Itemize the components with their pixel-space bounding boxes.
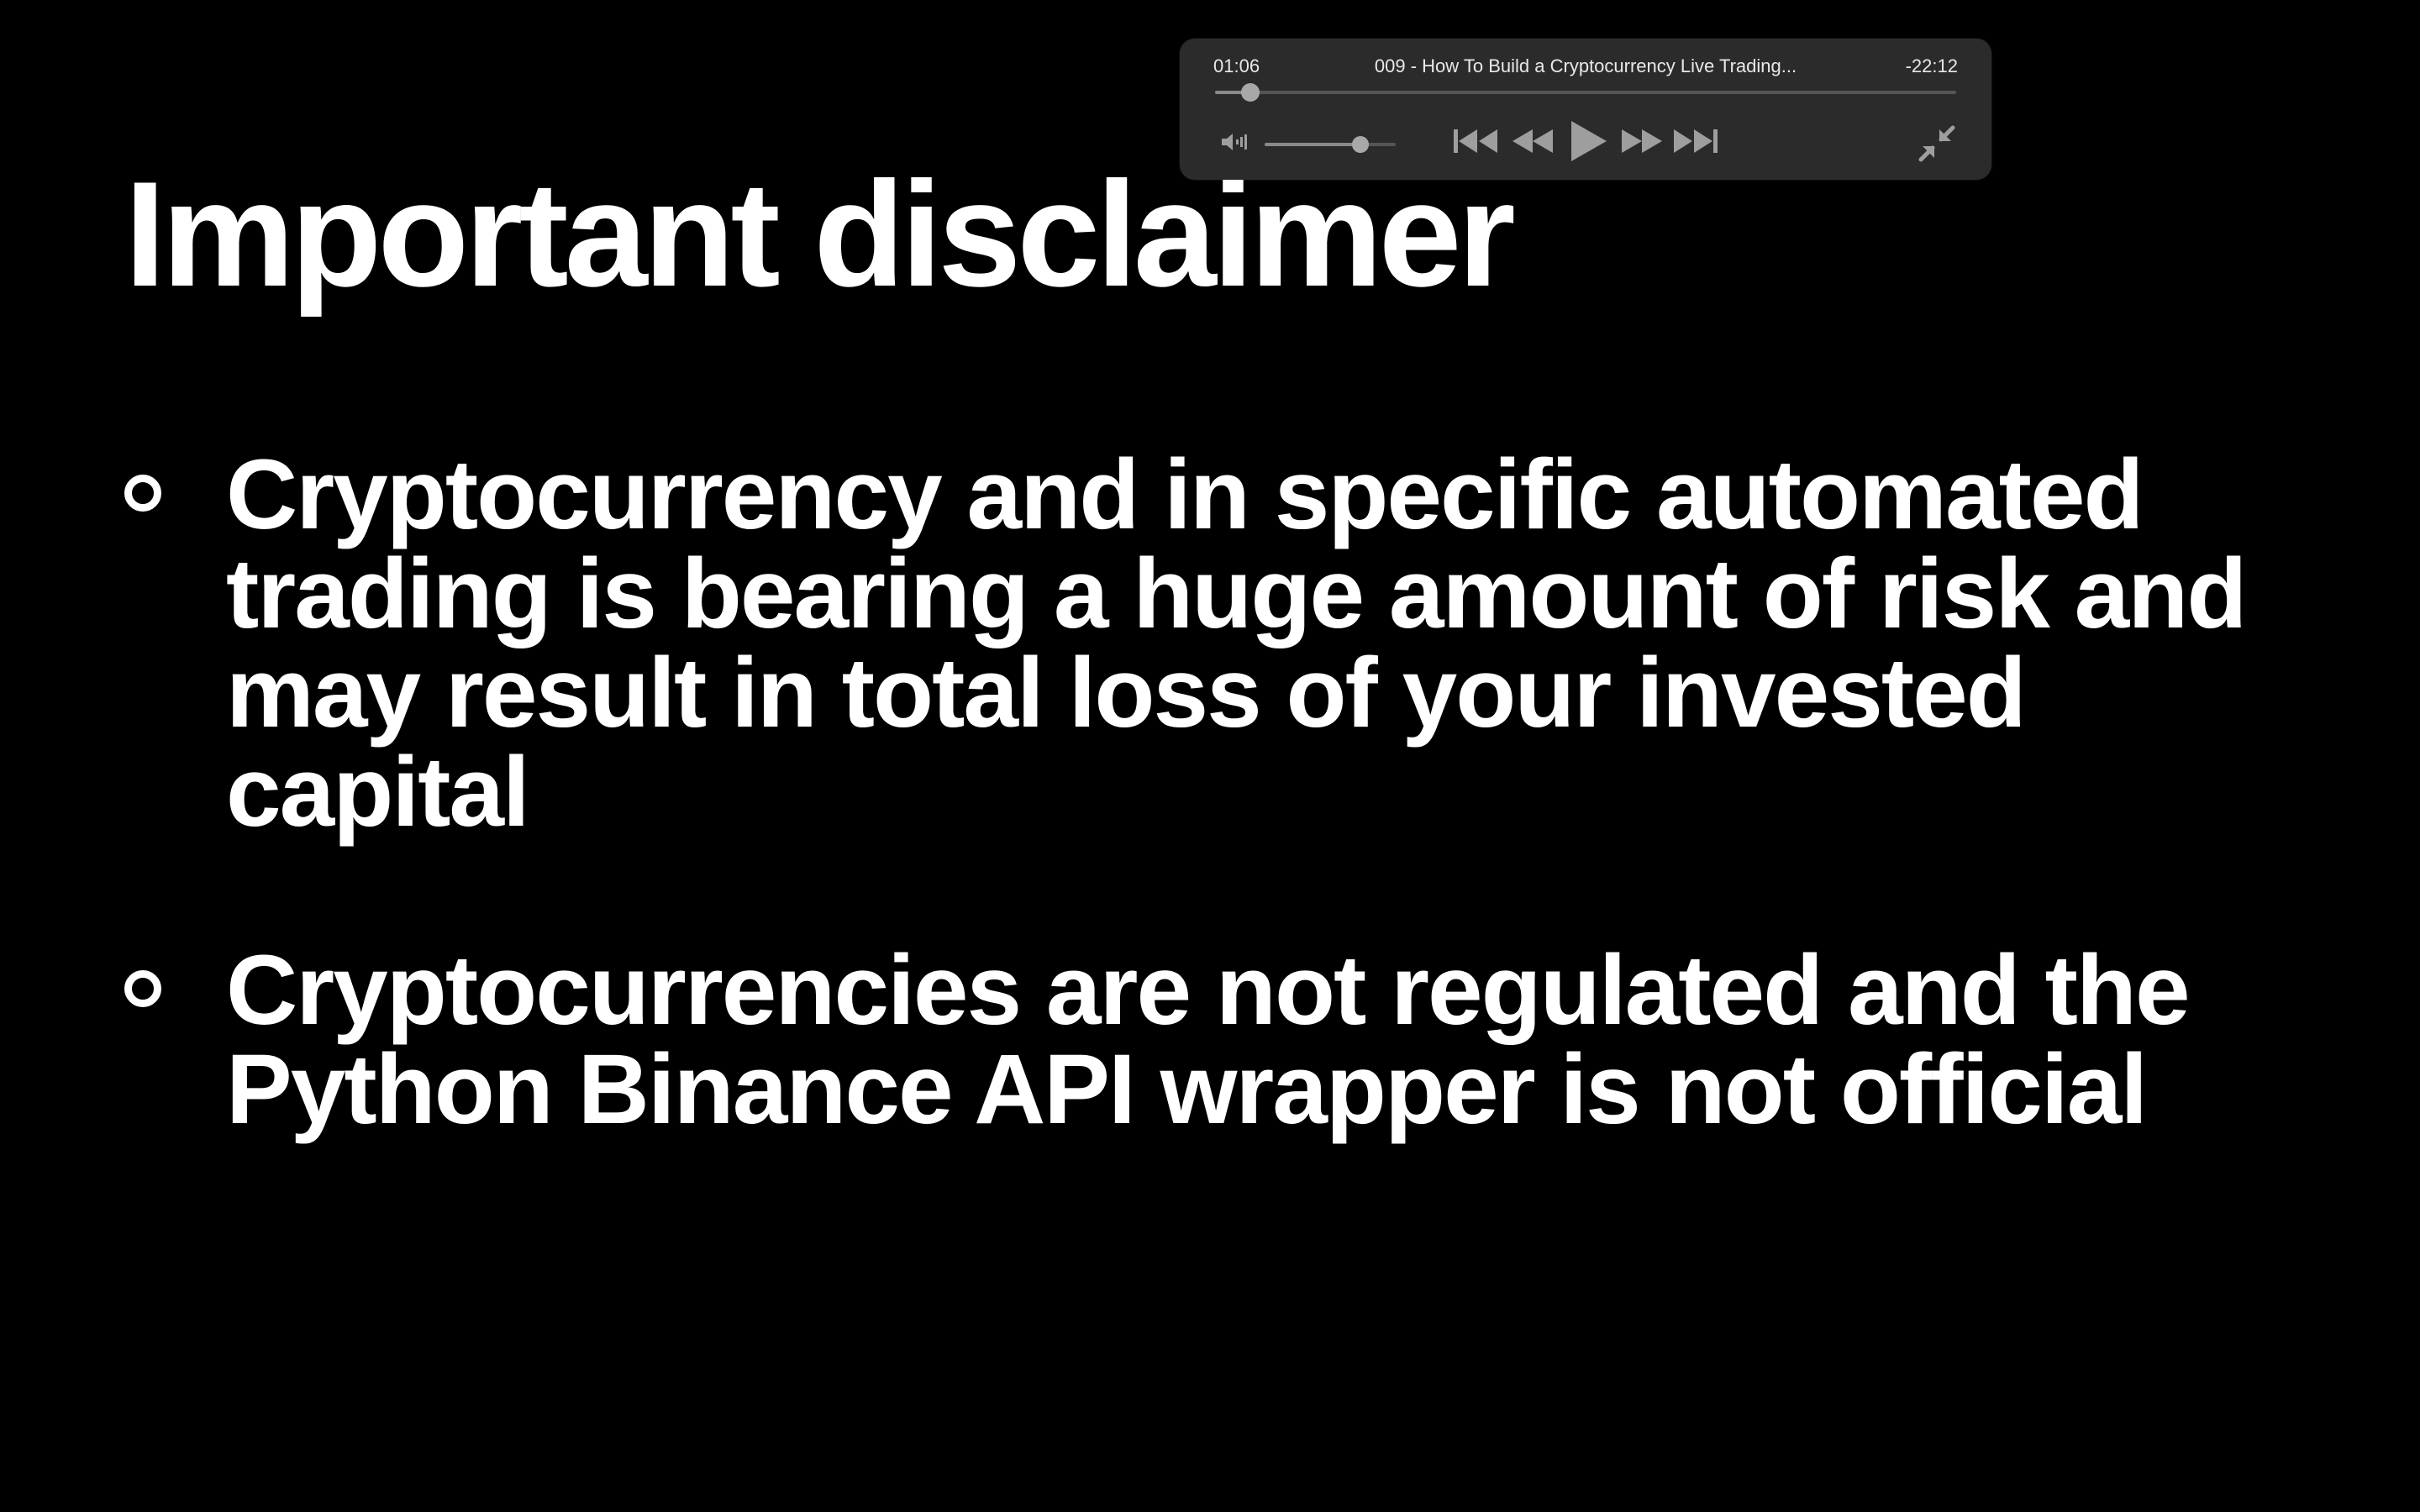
bullet-item: Cryptocurrencies are not regulated and t… [124, 941, 2309, 1139]
fast-forward-icon[interactable] [1618, 123, 1665, 160]
minimize-icon[interactable] [1918, 124, 1956, 163]
slide: Important disclaimer Cryptocurrency and … [0, 0, 2420, 1512]
progress-scrubber[interactable] [1215, 83, 1956, 102]
hollow-circle-bullet-icon [124, 970, 161, 1007]
volume-knob[interactable] [1351, 136, 1369, 153]
skip-forward-icon[interactable] [1672, 123, 1719, 160]
remaining-time: -22:12 [1905, 55, 1958, 76]
media-title: 009 - How To Build a Cryptocurrency Live… [1374, 55, 1797, 76]
bullet-text: Cryptocurrencies are not regulated and t… [226, 935, 2191, 1145]
bullet-list: Cryptocurrency and in specific automated… [124, 445, 2309, 1139]
bullet-item: Cryptocurrency and in specific automated… [124, 445, 2309, 842]
bullet-text: Cryptocurrency and in specific automated… [226, 439, 2247, 848]
rewind-icon[interactable] [1509, 123, 1556, 160]
slide-title: Important disclaimer [124, 150, 1516, 318]
volume-icon[interactable] [1220, 131, 1249, 153]
hollow-circle-bullet-icon [124, 475, 161, 512]
elapsed-time: 01:06 [1213, 55, 1260, 76]
progress-knob[interactable] [1240, 83, 1260, 102]
skip-back-icon[interactable] [1452, 123, 1499, 160]
play-icon[interactable] [1565, 116, 1612, 166]
volume-slider[interactable] [1265, 136, 1396, 153]
media-player-controls: 01:06 009 - How To Build a Cryptocurrenc… [1180, 39, 1991, 180]
volume-fill [1265, 143, 1360, 146]
